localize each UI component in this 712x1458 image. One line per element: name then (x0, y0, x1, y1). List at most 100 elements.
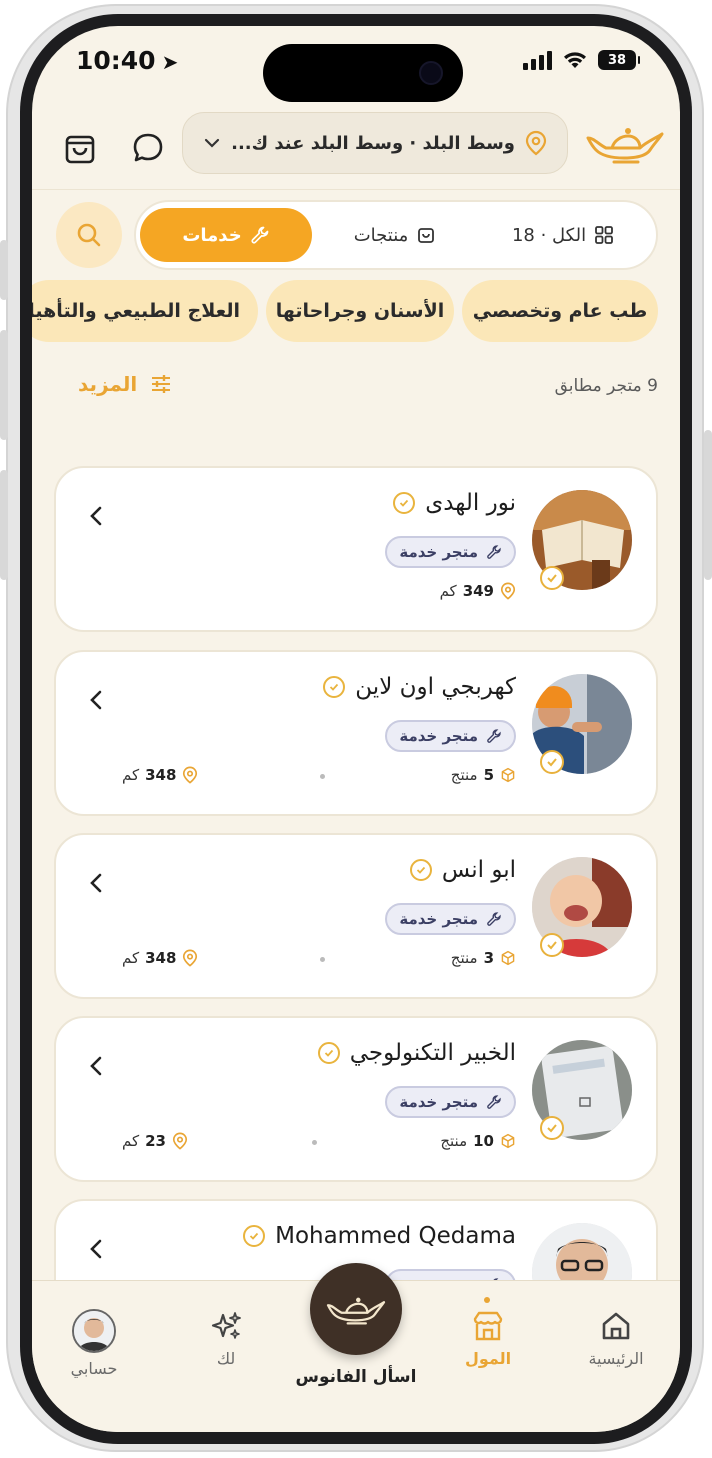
box-icon (501, 767, 515, 783)
box-icon (501, 1133, 515, 1149)
store-name: Mohammed Qedama (275, 1223, 516, 1249)
tab-products[interactable]: منتجات (320, 208, 470, 262)
chevron-left-icon (86, 1054, 108, 1078)
store-card[interactable]: كهربجي اون لاين متجر خدمة 5 منتج 348 كم (54, 650, 658, 816)
ask-lantern-label: اسأل الفانوس (295, 1367, 417, 1387)
products-unit: منتج (450, 949, 478, 967)
power-button (704, 430, 712, 580)
verified-avatar-badge-icon (540, 750, 564, 774)
category-chip-general-medicine[interactable]: طب عام وتخصصي (462, 280, 658, 342)
cart-button[interactable] (60, 128, 100, 168)
side-button (0, 240, 8, 300)
products-value: 5 (483, 766, 494, 784)
bottom-navigation: الرئيسية المول اسأل الفانوس لك حسابي (32, 1263, 680, 1432)
store-products-count: 3 منتج (451, 949, 516, 967)
nav-for-you-label: لك (216, 1349, 236, 1368)
store-type-tag: متجر خدمة (385, 1086, 516, 1118)
tab-services[interactable]: خدمات (140, 208, 312, 262)
store-products-count: 10 منتج (440, 1132, 516, 1150)
store-card[interactable]: نور الهدى متجر خدمة 349 كم (54, 466, 658, 632)
lamp-logo-icon (586, 128, 664, 164)
wrench-icon (487, 545, 501, 559)
verified-avatar-badge-icon (540, 566, 564, 590)
battery-icon: 38 (598, 50, 640, 70)
app-logo[interactable] (584, 120, 666, 166)
location-selector[interactable]: وسط البلد · وسط البلد عند ك... (182, 112, 568, 174)
store-name-row: Mohammed Qedama (243, 1223, 516, 1249)
nav-mall[interactable]: المول (438, 1309, 538, 1368)
store-name: نور الهدى (425, 490, 516, 516)
nav-for-you[interactable]: لك (176, 1309, 276, 1368)
store-type-tag: متجر خدمة (385, 903, 516, 935)
wifi-icon (564, 52, 586, 68)
shopping-bag-icon (65, 135, 95, 164)
avatar (72, 1309, 116, 1353)
meta-separator (320, 774, 325, 779)
tab-all[interactable]: الكل · 18 (488, 208, 638, 262)
tab-products-label: منتجات (353, 224, 409, 246)
verified-icon (317, 1042, 340, 1064)
store-name-row: نور الهدى (393, 490, 516, 516)
distance-value: 349 (462, 582, 494, 600)
distance-value: 348 (145, 949, 177, 967)
category-chip-dental[interactable]: الأسنان وجراحاتها (266, 280, 454, 342)
store-card[interactable]: ابو انس متجر خدمة 3 منتج 348 كم (54, 833, 658, 999)
results-count: 9 متجر مطابق (554, 376, 658, 396)
location-pin-icon (183, 949, 198, 967)
location-pin-icon (525, 130, 547, 156)
status-time-text: 10:40 (76, 46, 156, 75)
category-chip-physiotherapy[interactable]: العلاج الطبيعي والتأهيل (32, 280, 258, 342)
category-chip-label: العلاج الطبيعي والتأهيل (32, 300, 240, 322)
distance-unit: كم (439, 582, 457, 600)
store-type-label: متجر خدمة (399, 727, 478, 745)
meta-separator (320, 957, 325, 962)
store-type-tag: متجر خدمة (385, 720, 516, 752)
nav-home[interactable]: الرئيسية (566, 1309, 666, 1368)
store-icon (473, 1311, 503, 1341)
verified-icon (409, 859, 432, 881)
location-pin-icon (172, 1132, 188, 1150)
distance-unit: كم (122, 766, 140, 784)
products-unit: منتج (450, 766, 478, 784)
nav-account[interactable]: حسابي (44, 1309, 144, 1378)
ask-lantern-button[interactable] (310, 1263, 402, 1355)
chevron-left-icon (86, 871, 108, 895)
wrench-icon (251, 226, 269, 244)
nav-account-label: حسابي (70, 1359, 118, 1378)
dynamic-island (263, 44, 463, 102)
store-type-label: متجر خدمة (399, 910, 478, 928)
verified-icon (393, 492, 416, 514)
chevron-left-icon (86, 504, 108, 528)
chevron-left-icon (86, 1237, 108, 1261)
distance-unit: كم (122, 1132, 140, 1150)
location-pin-icon (500, 582, 516, 600)
store-distance: 23 كم (122, 1132, 188, 1150)
more-filters-label: المزيد (78, 372, 138, 396)
verified-avatar-badge-icon (540, 933, 564, 957)
store-name: الخبير التكنولوجي (349, 1040, 516, 1066)
battery-level: 38 (607, 52, 627, 68)
search-button[interactable] (56, 202, 122, 268)
products-value: 3 (483, 949, 494, 967)
type-segmented-control: الكل · 18 منتجات خدمات (134, 200, 658, 270)
store-products-count: 5 منتج (451, 766, 516, 784)
wrench-icon (487, 729, 501, 743)
store-distance: 348 كم (122, 766, 198, 784)
store-distance: 348 كم (122, 949, 198, 967)
store-card[interactable]: الخبير التكنولوجي متجر خدمة 10 منتج 23 ك… (54, 1016, 658, 1182)
tab-services-label: خدمات (182, 224, 242, 246)
more-filters-button[interactable]: المزيد (78, 372, 173, 396)
bag-icon (418, 228, 435, 243)
wrench-icon (487, 1095, 501, 1109)
category-chip-label: الأسنان وجراحاتها (275, 300, 445, 322)
chat-button[interactable] (128, 128, 168, 168)
location-pin-icon (183, 766, 198, 784)
wrench-icon (487, 912, 501, 926)
results-row: 9 متجر مطابق المزيد (32, 370, 680, 406)
home-icon (602, 1312, 630, 1340)
distance-unit: كم (122, 949, 140, 967)
active-indicator (484, 1297, 490, 1303)
store-type-tag: متجر خدمة (385, 536, 516, 568)
store-name-row: ابو انس (409, 857, 516, 883)
store-name: كهربجي اون لاين (355, 674, 516, 700)
